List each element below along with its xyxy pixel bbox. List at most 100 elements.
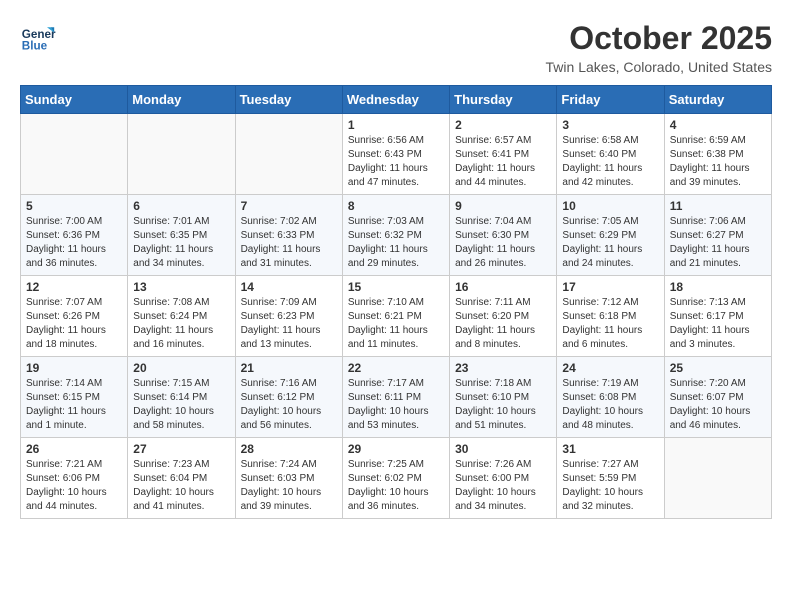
day-cell: 21Sunrise: 7:16 AM Sunset: 6:12 PM Dayli… xyxy=(235,357,342,438)
title-area: October 2025 Twin Lakes, Colorado, Unite… xyxy=(546,20,772,75)
day-info: Sunrise: 6:59 AM Sunset: 6:38 PM Dayligh… xyxy=(670,134,766,190)
week-row-1: 1Sunrise: 6:56 AM Sunset: 6:43 PM Daylig… xyxy=(21,114,772,195)
week-row-2: 5 Sunrise: 7:00 AM Sunset: 6:36 PM Daylig… xyxy=(21,195,772,276)
day-info: Sunrise: 7:10 AM Sunset: 6:21 PM Dayligh… xyxy=(348,296,444,352)
day-info: Sunrise: 7:19 AM Sunset: 6:08 PM Dayligh… xyxy=(562,377,658,433)
day-info: Sunrise: 7:20 AM Sunset: 6:07 PM Dayligh… xyxy=(670,377,766,433)
day-info: Sunrise: 6:58 AM Sunset: 6:40 PM Dayligh… xyxy=(562,134,658,190)
day-info: Sunrise: 7:01 AM Sunset: 6:35 PM Dayligh… xyxy=(133,215,229,271)
day-number: 28 xyxy=(241,442,337,456)
day-info: Sunrise: 7:13 AM Sunset: 6:17 PM Dayligh… xyxy=(670,296,766,352)
day-cell: 28 Sunrise: 7:24 AM Sunset: 6:03 PM Dayli… xyxy=(235,438,342,519)
day-number: 9 xyxy=(455,199,551,213)
week-row-3: 12 Sunrise: 7:07 AM Sunset: 6:26 PM Dayli… xyxy=(21,276,772,357)
day-number: 16 xyxy=(455,280,551,294)
day-info: Sunrise: 7:12 AM Sunset: 6:18 PM Dayligh… xyxy=(562,296,658,352)
day-number: 6 xyxy=(133,199,229,213)
day-info: Sunrise: 7:15 AM Sunset: 6:14 PM Dayligh… xyxy=(133,377,229,433)
week-row-5: 26 Sunrise: 7:21 AM Sunset: 6:06 PM Dayli… xyxy=(21,438,772,519)
day-number: 30 xyxy=(455,442,551,456)
day-info: Sunrise: 7:04 AM Sunset: 6:30 PM Dayligh… xyxy=(455,215,551,271)
day-number: 26 xyxy=(26,442,122,456)
logo-icon: General Blue xyxy=(20,20,56,56)
day-cell xyxy=(21,114,128,195)
day-info: Sunrise: 7:24 AM Sunset: 6:03 PM Dayligh… xyxy=(241,458,337,514)
day-cell: 26 Sunrise: 7:21 AM Sunset: 6:06 PM Dayli… xyxy=(21,438,128,519)
day-cell: 16 Sunrise: 7:11 AM Sunset: 6:20 PM Dayli… xyxy=(450,276,557,357)
day-cell: 6 Sunrise: 7:01 AM Sunset: 6:35 PM Daylig… xyxy=(128,195,235,276)
day-cell: 25 Sunrise: 7:20 AM Sunset: 6:07 PM Dayli… xyxy=(664,357,771,438)
day-number: 8 xyxy=(348,199,444,213)
day-number: 14 xyxy=(241,280,337,294)
day-number: 1 xyxy=(348,118,444,132)
column-header-saturday: Saturday xyxy=(664,86,771,114)
day-number: 17 xyxy=(562,280,658,294)
column-header-friday: Friday xyxy=(557,86,664,114)
column-header-sunday: Sunday xyxy=(21,86,128,114)
day-cell: 22 Sunrise: 7:17 AM Sunset: 6:11 PM Dayli… xyxy=(342,357,449,438)
calendar-header-row: SundayMondayTuesdayWednesdayThursdayFrid… xyxy=(21,86,772,114)
day-info: Sunrise: 7:14 AM Sunset: 6:15 PM Dayligh… xyxy=(26,377,122,433)
day-number: 18 xyxy=(670,280,766,294)
day-info: Sunrise: 7:26 AM Sunset: 6:00 PM Dayligh… xyxy=(455,458,551,514)
day-cell: 17 Sunrise: 7:12 AM Sunset: 6:18 PM Dayli… xyxy=(557,276,664,357)
day-number: 12 xyxy=(26,280,122,294)
day-cell: 14Sunrise: 7:09 AM Sunset: 6:23 PM Dayli… xyxy=(235,276,342,357)
day-info: Sunrise: 7:27 AM Sunset: 5:59 PM Dayligh… xyxy=(562,458,658,514)
day-cell: 24 Sunrise: 7:19 AM Sunset: 6:08 PM Dayli… xyxy=(557,357,664,438)
day-number: 4 xyxy=(670,118,766,132)
day-number: 25 xyxy=(670,361,766,375)
week-row-4: 19 Sunrise: 7:14 AM Sunset: 6:15 PM Dayli… xyxy=(21,357,772,438)
day-cell: 23 Sunrise: 7:18 AM Sunset: 6:10 PM Dayli… xyxy=(450,357,557,438)
day-number: 5 xyxy=(26,199,122,213)
day-cell: 29Sunrise: 7:25 AM Sunset: 6:02 PM Dayli… xyxy=(342,438,449,519)
column-header-monday: Monday xyxy=(128,86,235,114)
page-header: General Blue October 2025 Twin Lakes, Co… xyxy=(20,20,772,75)
day-info: Sunrise: 7:18 AM Sunset: 6:10 PM Dayligh… xyxy=(455,377,551,433)
day-number: 10 xyxy=(562,199,658,213)
day-number: 27 xyxy=(133,442,229,456)
day-info: Sunrise: 7:02 AM Sunset: 6:33 PM Dayligh… xyxy=(241,215,337,271)
day-info: Sunrise: 7:00 AM Sunset: 6:36 PM Dayligh… xyxy=(26,215,122,271)
column-header-wednesday: Wednesday xyxy=(342,86,449,114)
day-info: Sunrise: 7:21 AM Sunset: 6:06 PM Dayligh… xyxy=(26,458,122,514)
column-header-thursday: Thursday xyxy=(450,86,557,114)
day-info: Sunrise: 7:11 AM Sunset: 6:20 PM Dayligh… xyxy=(455,296,551,352)
day-number: 7 xyxy=(241,199,337,213)
day-cell: 9 Sunrise: 7:04 AM Sunset: 6:30 PM Daylig… xyxy=(450,195,557,276)
day-number: 15 xyxy=(348,280,444,294)
day-cell: 3Sunrise: 6:58 AM Sunset: 6:40 PM Daylig… xyxy=(557,114,664,195)
day-cell xyxy=(235,114,342,195)
day-info: Sunrise: 7:07 AM Sunset: 6:26 PM Dayligh… xyxy=(26,296,122,352)
day-number: 19 xyxy=(26,361,122,375)
day-number: 23 xyxy=(455,361,551,375)
day-cell: 8 Sunrise: 7:03 AM Sunset: 6:32 PM Daylig… xyxy=(342,195,449,276)
day-number: 11 xyxy=(670,199,766,213)
day-cell xyxy=(664,438,771,519)
day-info: Sunrise: 7:17 AM Sunset: 6:11 PM Dayligh… xyxy=(348,377,444,433)
day-cell: 31 Sunrise: 7:27 AM Sunset: 5:59 PM Dayli… xyxy=(557,438,664,519)
day-number: 24 xyxy=(562,361,658,375)
svg-text:Blue: Blue xyxy=(22,40,48,53)
day-info: Sunrise: 7:16 AM Sunset: 6:12 PM Dayligh… xyxy=(241,377,337,433)
day-cell: 20 Sunrise: 7:15 AM Sunset: 6:14 PM Dayli… xyxy=(128,357,235,438)
day-cell: 19 Sunrise: 7:14 AM Sunset: 6:15 PM Dayli… xyxy=(21,357,128,438)
day-number: 20 xyxy=(133,361,229,375)
day-cell: 13Sunrise: 7:08 AM Sunset: 6:24 PM Dayli… xyxy=(128,276,235,357)
day-cell: 1Sunrise: 6:56 AM Sunset: 6:43 PM Daylig… xyxy=(342,114,449,195)
day-cell: 10Sunrise: 7:05 AM Sunset: 6:29 PM Dayli… xyxy=(557,195,664,276)
day-cell: 27Sunrise: 7:23 AM Sunset: 6:04 PM Dayli… xyxy=(128,438,235,519)
logo: General Blue xyxy=(20,20,56,56)
day-cell: 7 Sunrise: 7:02 AM Sunset: 6:33 PM Daylig… xyxy=(235,195,342,276)
day-number: 22 xyxy=(348,361,444,375)
month-title: October 2025 xyxy=(546,20,772,57)
day-cell: 2Sunrise: 6:57 AM Sunset: 6:41 PM Daylig… xyxy=(450,114,557,195)
day-number: 29 xyxy=(348,442,444,456)
day-number: 31 xyxy=(562,442,658,456)
calendar: SundayMondayTuesdayWednesdayThursdayFrid… xyxy=(20,85,772,519)
day-cell: 15 Sunrise: 7:10 AM Sunset: 6:21 PM Dayli… xyxy=(342,276,449,357)
day-cell: 4 Sunrise: 6:59 AM Sunset: 6:38 PM Daylig… xyxy=(664,114,771,195)
day-cell: 12 Sunrise: 7:07 AM Sunset: 6:26 PM Dayli… xyxy=(21,276,128,357)
day-info: Sunrise: 7:03 AM Sunset: 6:32 PM Dayligh… xyxy=(348,215,444,271)
day-cell: 5 Sunrise: 7:00 AM Sunset: 6:36 PM Daylig… xyxy=(21,195,128,276)
